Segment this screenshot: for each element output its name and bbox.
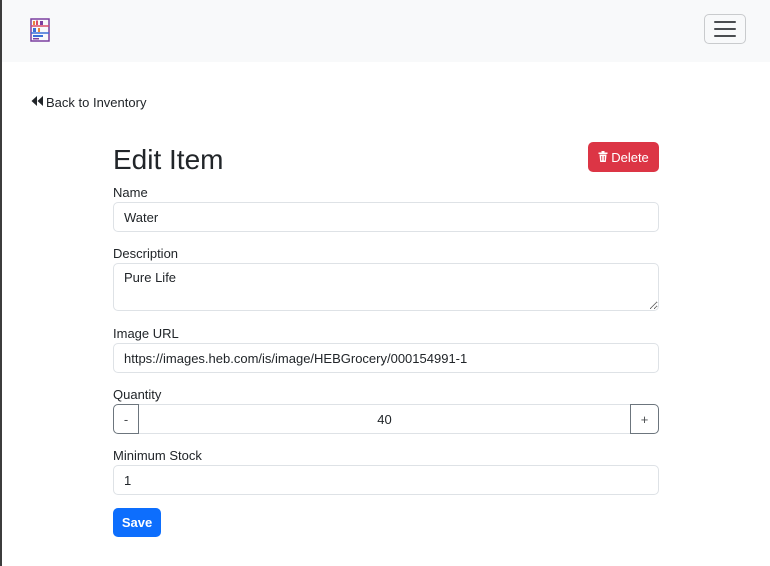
- delete-button[interactable]: Delete: [588, 142, 659, 172]
- hamburger-menu-icon: [714, 21, 736, 23]
- navbar-toggler-button[interactable]: [704, 14, 746, 44]
- image-url-label: Image URL: [113, 326, 179, 341]
- window-left-edge: [0, 0, 2, 566]
- description-label: Description: [113, 246, 179, 261]
- double-chevron-left-icon: [31, 95, 44, 110]
- name-input[interactable]: [113, 202, 659, 232]
- back-link-label: Back to Inventory: [46, 95, 147, 110]
- save-button[interactable]: Save: [113, 508, 161, 537]
- delete-button-label: Delete: [611, 149, 649, 165]
- page-title: Edit Item: [113, 144, 224, 175]
- trash-icon: [598, 150, 608, 165]
- image-url-input[interactable]: [113, 343, 659, 373]
- quantity-input[interactable]: [139, 404, 630, 434]
- quantity-label: Quantity: [113, 387, 162, 402]
- top-navbar: [2, 0, 770, 62]
- hamburger-menu-icon: [714, 28, 736, 30]
- inventory-shelf-icon[interactable]: [30, 18, 50, 42]
- name-label: Name: [113, 185, 148, 200]
- minimum-stock-label: Minimum Stock: [113, 448, 202, 463]
- quantity-decrement-button[interactable]: -: [113, 404, 139, 434]
- back-to-inventory-link[interactable]: Back to Inventory: [31, 95, 146, 110]
- quantity-increment-button[interactable]: +: [630, 404, 659, 434]
- quantity-stepper: - +: [113, 404, 659, 434]
- hamburger-menu-icon: [714, 35, 736, 37]
- description-textarea[interactable]: Pure Life: [113, 263, 659, 311]
- minimum-stock-input[interactable]: [113, 465, 659, 495]
